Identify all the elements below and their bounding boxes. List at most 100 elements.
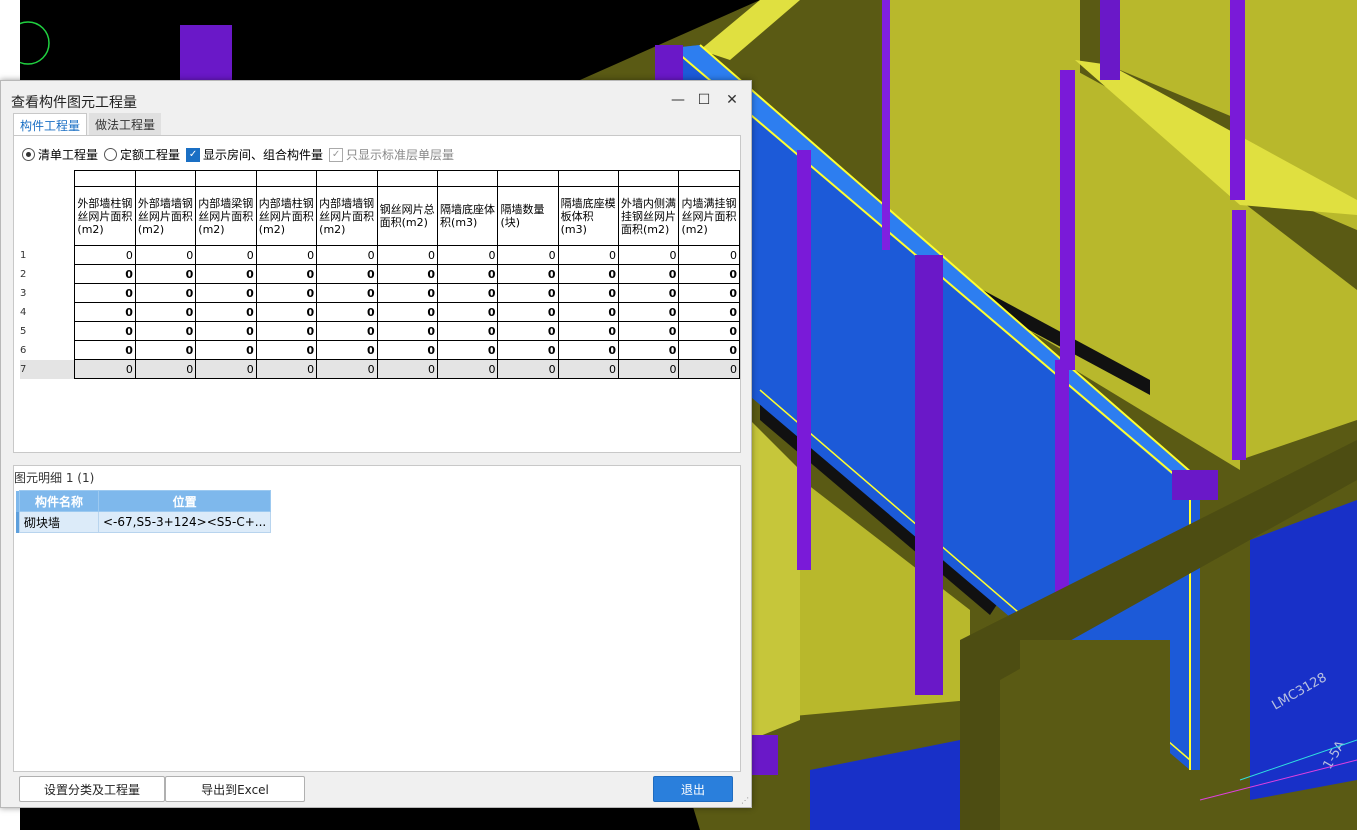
table-cell[interactable]: 0 [497, 302, 559, 322]
table-cell[interactable]: 0 [316, 245, 378, 265]
table-cell[interactable]: 0 [195, 302, 257, 322]
table-cell[interactable]: 0 [618, 245, 680, 265]
table-cell[interactable]: 0 [497, 264, 559, 284]
check-show-rooms[interactable]: ✓ 显示房间、组合构件量 [186, 146, 323, 163]
table-cell[interactable]: 0 [134, 321, 197, 341]
table-cell[interactable]: 0 [255, 340, 318, 360]
table-row[interactable]: 300000000000 [20, 283, 740, 303]
table-cell[interactable]: 0 [316, 321, 378, 341]
table-cell[interactable]: 0 [557, 321, 620, 341]
table-cell[interactable]: 0 [557, 283, 620, 303]
table-cell[interactable]: 0 [316, 340, 378, 360]
export-excel-button[interactable]: 导出到Excel [165, 776, 305, 802]
table-cell[interactable]: 0 [255, 245, 318, 265]
table-cell[interactable]: 0 [557, 340, 620, 360]
exit-button[interactable]: 退出 [653, 776, 733, 802]
column-header[interactable]: 内部墙柱钢丝网片面积(m2) [255, 186, 318, 246]
table-cell[interactable]: 0 [195, 321, 257, 341]
table-cell[interactable]: 0 [437, 302, 499, 322]
resize-grip-icon[interactable]: ⋰ [741, 796, 749, 805]
table-cell[interactable]: 0 [497, 340, 559, 360]
column-header[interactable]: 钢丝网片总面积(m2) [376, 186, 439, 246]
column-header[interactable]: 外部墙墙钢丝网片面积(m2) [134, 186, 197, 246]
table-cell[interactable]: 0 [134, 340, 197, 360]
table-cell[interactable]: 0 [618, 359, 680, 379]
table-row[interactable]: 700000000000 [20, 359, 740, 379]
table-cell[interactable]: 0 [618, 302, 680, 322]
column-header[interactable]: 外部墙柱钢丝网片面积(m2) [74, 186, 136, 246]
table-cell[interactable]: 0 [557, 302, 620, 322]
column-header[interactable]: 隔墙数量(块) [497, 186, 559, 246]
table-cell[interactable]: 0 [437, 321, 499, 341]
table-cell[interactable]: 0 [74, 283, 136, 303]
table-cell[interactable]: 0 [557, 264, 620, 284]
table-cell[interactable]: 0 [497, 321, 559, 341]
table-cell[interactable]: 0 [618, 340, 680, 360]
table-cell[interactable]: 0 [557, 245, 620, 265]
table-cell[interactable]: 0 [255, 283, 318, 303]
radio-list-quantity[interactable]: 清单工程量 [22, 146, 98, 163]
table-cell[interactable]: 0 [678, 264, 740, 284]
table-cell[interactable]: 0 [255, 264, 318, 284]
table-cell[interactable]: 0 [497, 245, 559, 265]
table-cell[interactable]: 0 [316, 264, 378, 284]
table-cell[interactable]: 0 [74, 359, 136, 379]
column-header[interactable]: 外墙内侧满挂钢丝网片面积(m2) [618, 186, 680, 246]
table-row[interactable]: 600000000000 [20, 340, 740, 360]
table-cell[interactable]: 0 [134, 283, 197, 303]
table-cell[interactable]: 0 [376, 359, 439, 379]
table-row[interactable]: 200000000000 [20, 264, 740, 284]
table-cell[interactable]: 0 [195, 264, 257, 284]
table-cell[interactable]: 0 [437, 245, 499, 265]
column-header[interactable]: 隔墙底座体积(m3) [437, 186, 499, 246]
table-cell[interactable]: 0 [255, 321, 318, 341]
table-cell[interactable]: 0 [497, 359, 559, 379]
radio-quota-quantity[interactable]: 定额工程量 [104, 146, 180, 163]
table-cell[interactable]: 0 [437, 283, 499, 303]
table-cell[interactable]: 0 [74, 302, 136, 322]
tab-component-quantity[interactable]: 构件工程量 [13, 113, 88, 135]
table-row[interactable]: 100000000000 [20, 245, 740, 265]
table-cell[interactable]: 0 [376, 245, 439, 265]
table-cell[interactable]: 0 [195, 245, 257, 265]
table-cell[interactable]: 0 [678, 340, 740, 360]
table-cell[interactable]: 0 [437, 264, 499, 284]
table-cell[interactable]: 0 [195, 340, 257, 360]
table-cell[interactable]: 0 [497, 283, 559, 303]
table-cell[interactable]: 0 [134, 359, 197, 379]
table-cell[interactable]: 0 [74, 264, 136, 284]
table-cell[interactable]: 0 [376, 321, 439, 341]
table-cell[interactable]: 0 [316, 359, 378, 379]
maximize-icon[interactable]: ☐ [693, 89, 715, 111]
table-row[interactable]: 400000000000 [20, 302, 740, 322]
minimize-icon[interactable]: — [667, 89, 689, 111]
tab-method-quantity[interactable]: 做法工程量 [89, 113, 162, 135]
table-cell[interactable]: 0 [376, 340, 439, 360]
table-cell[interactable]: 0 [134, 245, 197, 265]
table-cell[interactable]: 0 [376, 302, 439, 322]
close-icon[interactable]: ✕ [721, 89, 743, 111]
table-cell[interactable]: 0 [618, 264, 680, 284]
table-cell[interactable]: 0 [437, 340, 499, 360]
table-cell[interactable]: 0 [678, 283, 740, 303]
table-cell[interactable]: 0 [316, 283, 378, 303]
table-cell[interactable]: 0 [255, 359, 318, 379]
table-cell[interactable]: 0 [74, 340, 136, 360]
table-cell[interactable]: 0 [195, 283, 257, 303]
table-cell[interactable]: 0 [618, 321, 680, 341]
table-cell[interactable]: 0 [557, 359, 620, 379]
column-header[interactable]: 隔墙底座模板体积(m3) [557, 186, 620, 246]
table-cell[interactable]: 0 [618, 283, 680, 303]
table-cell[interactable]: 0 [134, 302, 197, 322]
table-row[interactable]: 500000000000 [20, 321, 740, 341]
table-cell[interactable]: 0 [74, 321, 136, 341]
table-cell[interactable]: 0 [316, 302, 378, 322]
table-cell[interactable]: 0 [74, 245, 136, 265]
column-header[interactable]: 内部墙墙钢丝网片面积(m2) [316, 186, 378, 246]
table-cell[interactable]: 0 [678, 302, 740, 322]
settings-button[interactable]: 设置分类及工程量 [19, 776, 165, 802]
table-cell[interactable]: 0 [134, 264, 197, 284]
table-cell[interactable]: 0 [376, 264, 439, 284]
table-cell[interactable]: 0 [678, 245, 740, 265]
table-cell[interactable]: 0 [195, 359, 257, 379]
